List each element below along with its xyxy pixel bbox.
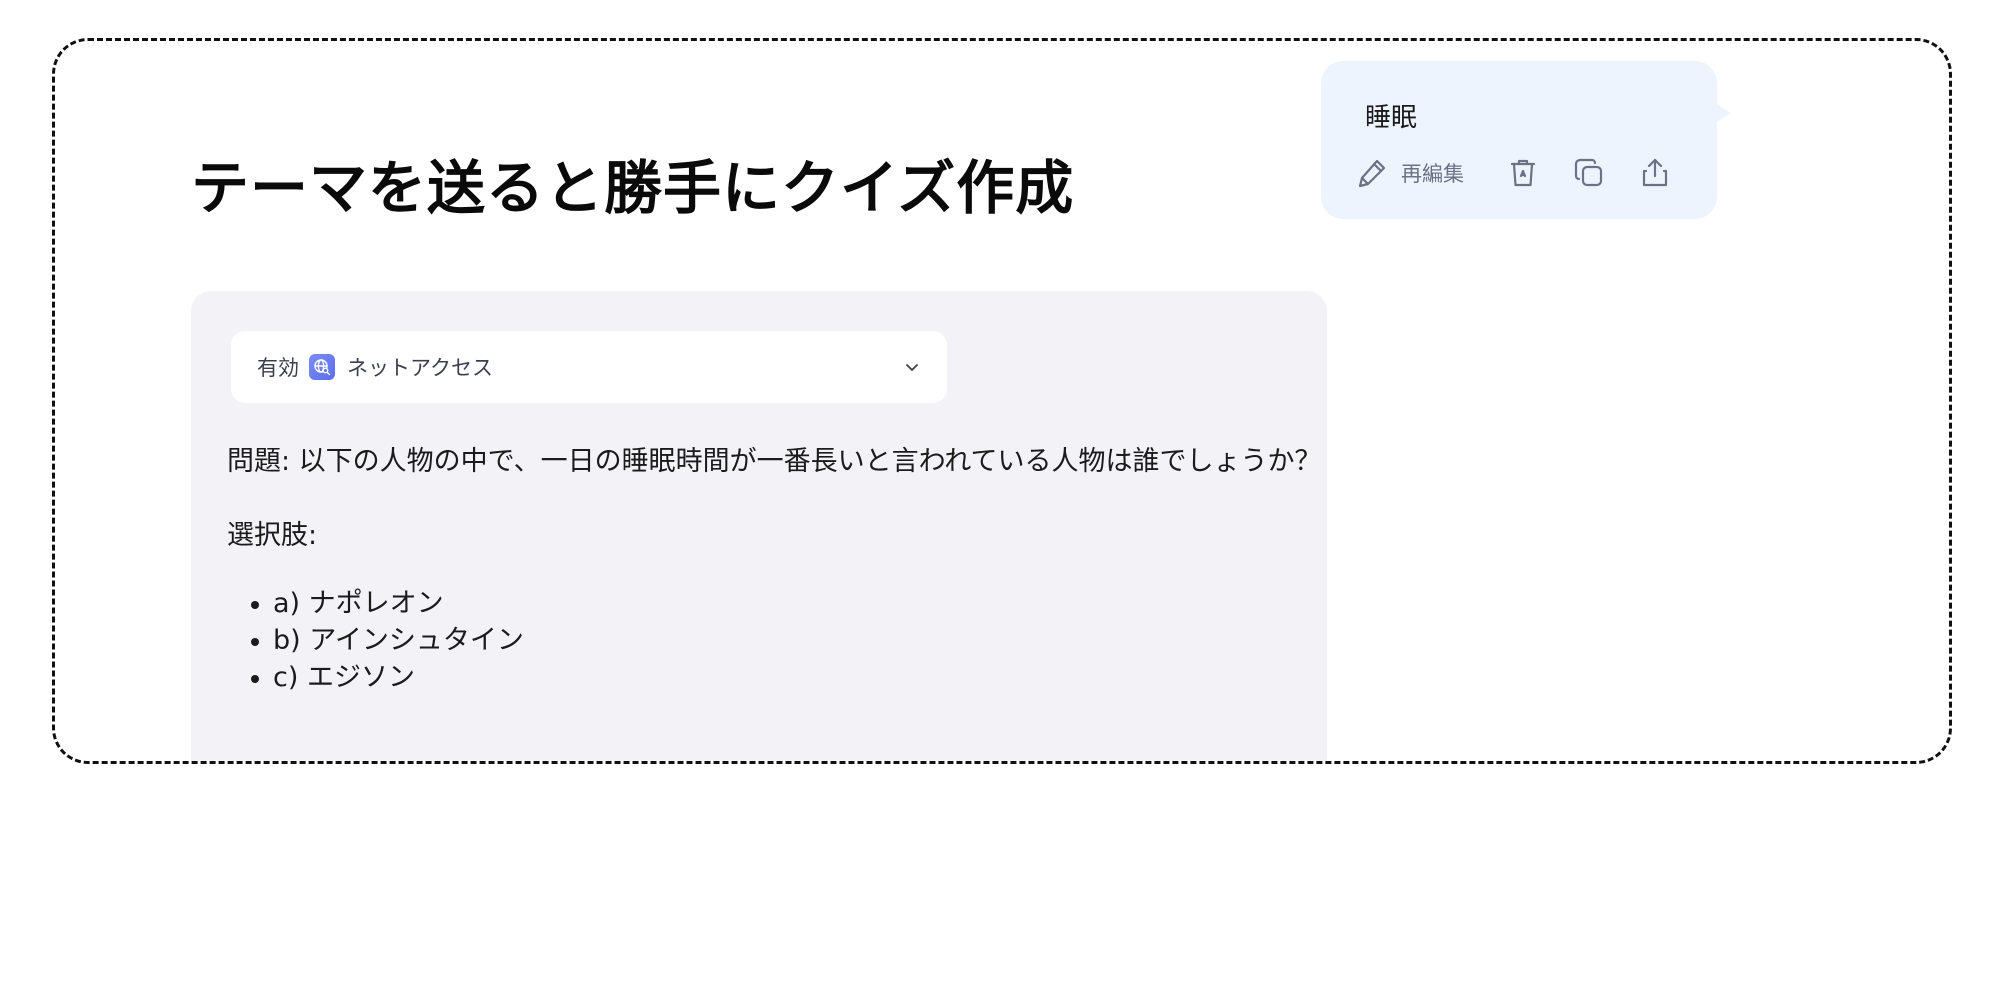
pencil-icon	[1355, 156, 1389, 190]
screenshot-frame: テーマを送ると勝手にクイズ作成 睡眠 再編集 有効 ネットアクセス 問題: 以下…	[52, 38, 1952, 764]
list-item: c) エジソン	[227, 659, 524, 696]
quiz-question: 問題: 以下の人物の中で、一日の睡眠時間が一番長いと言われている人物は誰でしょう…	[227, 446, 1322, 477]
share-icon	[1638, 156, 1672, 190]
reedit-label: 再編集	[1401, 162, 1464, 186]
reedit-button[interactable]: 再編集	[1355, 156, 1464, 190]
copy-button[interactable]	[1572, 156, 1606, 190]
trash-icon	[1506, 156, 1540, 190]
choices-heading: 選択肢:	[227, 520, 318, 551]
list-item: b) アインシュタイン	[227, 622, 524, 659]
chevron-down-icon	[903, 358, 921, 376]
net-access-toggle[interactable]: 有効 ネットアクセス	[231, 331, 947, 403]
share-button[interactable]	[1638, 156, 1672, 190]
copy-icon	[1572, 156, 1606, 190]
delete-button[interactable]	[1506, 156, 1540, 190]
user-message-bubble: 睡眠 再編集	[1321, 61, 1731, 219]
user-message-text: 睡眠	[1365, 103, 1418, 133]
page-title: テーマを送ると勝手にクイズ作成	[191, 154, 1075, 222]
assistant-response: 有効 ネットアクセス 問題: 以下の人物の中で、一日の睡眠時間が一番長いと言われ…	[191, 291, 1327, 761]
list-item: a) ナポレオン	[227, 585, 524, 622]
globe-search-icon	[309, 354, 335, 380]
net-access-label: ネットアクセス	[347, 356, 493, 380]
net-access-status: 有効	[257, 356, 299, 380]
message-actions: 再編集	[1355, 153, 1672, 193]
choices-list: a) ナポレオン b) アインシュタイン c) エジソン	[227, 585, 524, 696]
